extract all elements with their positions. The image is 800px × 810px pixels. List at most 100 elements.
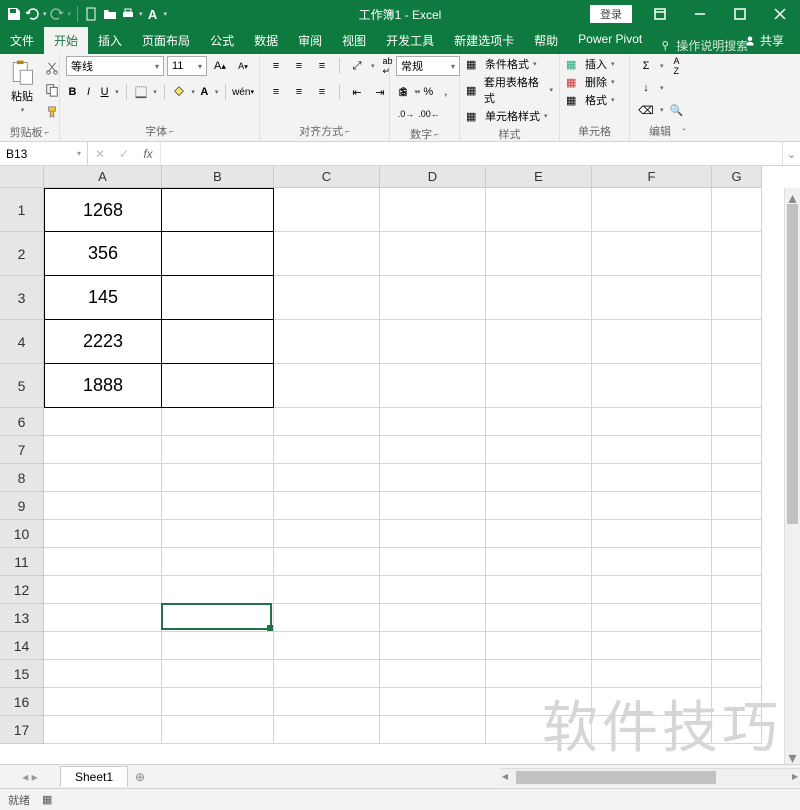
cell[interactable]: [274, 576, 380, 604]
cell[interactable]: [592, 320, 712, 364]
row-header[interactable]: 5: [0, 364, 44, 408]
column-header[interactable]: A: [44, 166, 162, 188]
cell[interactable]: [712, 688, 762, 716]
fill-color-icon[interactable]: [171, 82, 187, 102]
cell[interactable]: [592, 408, 712, 436]
cell[interactable]: [162, 320, 274, 364]
cell[interactable]: [162, 576, 274, 604]
cell[interactable]: [592, 716, 712, 744]
format-as-table-button[interactable]: ▦套用表格格式▾: [466, 74, 553, 106]
cell[interactable]: [162, 276, 274, 320]
cell[interactable]: [274, 436, 380, 464]
vertical-scrollbar[interactable]: ▴ ▾: [784, 188, 800, 764]
cell[interactable]: [274, 604, 380, 632]
qat-customize[interactable]: ▾: [139, 10, 143, 18]
cell[interactable]: [592, 464, 712, 492]
decrease-indent-icon[interactable]: ⇤: [347, 82, 367, 102]
cell[interactable]: [162, 408, 274, 436]
cell[interactable]: [380, 436, 486, 464]
tab-Power Pivot[interactable]: Power Pivot: [568, 27, 652, 54]
cell[interactable]: [274, 548, 380, 576]
cell[interactable]: [486, 688, 592, 716]
cell[interactable]: [592, 660, 712, 688]
tab-页面布局[interactable]: 页面布局: [132, 27, 200, 54]
row-header[interactable]: 7: [0, 436, 44, 464]
column-header[interactable]: G: [712, 166, 762, 188]
cancel-formula-icon[interactable]: ✕: [88, 147, 112, 161]
cell[interactable]: [274, 364, 380, 408]
cell[interactable]: [162, 716, 274, 744]
cell[interactable]: [44, 716, 162, 744]
cell[interactable]: [44, 576, 162, 604]
cell[interactable]: [44, 632, 162, 660]
cell[interactable]: [486, 660, 592, 688]
cell[interactable]: [380, 688, 486, 716]
cell[interactable]: [44, 548, 162, 576]
select-all-corner[interactable]: [0, 166, 44, 188]
cell-styles-button[interactable]: ▦单元格样式▾: [466, 108, 553, 124]
cell[interactable]: [486, 320, 592, 364]
cell[interactable]: [44, 660, 162, 688]
orientation-icon[interactable]: ⤢: [347, 56, 367, 76]
cell[interactable]: [274, 660, 380, 688]
cell[interactable]: [592, 188, 712, 232]
cell[interactable]: 1888: [44, 364, 162, 408]
copy-icon[interactable]: [42, 80, 62, 100]
cell[interactable]: [274, 716, 380, 744]
cell[interactable]: [162, 188, 274, 232]
cell[interactable]: 2223: [44, 320, 162, 364]
cell[interactable]: [274, 520, 380, 548]
cell[interactable]: [712, 320, 762, 364]
cell[interactable]: [486, 232, 592, 276]
align-right-icon[interactable]: ≡: [312, 82, 332, 102]
cell[interactable]: [592, 520, 712, 548]
cell[interactable]: [44, 604, 162, 632]
cell[interactable]: [486, 276, 592, 320]
cell[interactable]: 145: [44, 276, 162, 320]
insert-cells-button[interactable]: ▦插入▾: [566, 56, 615, 72]
cell[interactable]: [592, 632, 712, 660]
column-header[interactable]: F: [592, 166, 712, 188]
share-button[interactable]: 共享: [736, 27, 792, 54]
fx-icon[interactable]: fx: [136, 147, 160, 161]
cell[interactable]: [380, 364, 486, 408]
comma-icon[interactable]: ,: [439, 82, 454, 102]
cell[interactable]: [162, 492, 274, 520]
tab-新建选项卡[interactable]: 新建选项卡: [444, 27, 524, 54]
redo-icon[interactable]: [49, 6, 65, 22]
conditional-format-button[interactable]: ▦条件格式▾: [466, 56, 553, 72]
cell[interactable]: [712, 408, 762, 436]
cut-icon[interactable]: [42, 58, 62, 78]
font-color-qat-dropdown[interactable]: ▾: [164, 10, 168, 18]
row-header[interactable]: 2: [0, 232, 44, 276]
tab-nav[interactable]: ◂ ▸: [0, 770, 60, 784]
cell[interactable]: 356: [44, 232, 162, 276]
number-format-combo[interactable]: 常规▾: [396, 56, 460, 76]
cell[interactable]: [274, 232, 380, 276]
delete-cells-button[interactable]: ▦删除▾: [566, 74, 615, 90]
cell[interactable]: [592, 604, 712, 632]
row-header[interactable]: 11: [0, 548, 44, 576]
cell[interactable]: [486, 188, 592, 232]
cell[interactable]: [162, 548, 274, 576]
cell[interactable]: [712, 660, 762, 688]
cell[interactable]: [712, 492, 762, 520]
cell[interactable]: [712, 548, 762, 576]
row-header[interactable]: 9: [0, 492, 44, 520]
minimize-icon[interactable]: [680, 0, 720, 28]
cell[interactable]: [380, 232, 486, 276]
horizontal-scroll-thumb[interactable]: [516, 771, 716, 784]
row-header[interactable]: 14: [0, 632, 44, 660]
align-middle-icon[interactable]: ≡: [289, 56, 309, 76]
cell[interactable]: [274, 276, 380, 320]
cell[interactable]: [380, 716, 486, 744]
cell[interactable]: [162, 464, 274, 492]
cell[interactable]: [162, 688, 274, 716]
align-left-icon[interactable]: ≡: [266, 82, 286, 102]
column-header[interactable]: C: [274, 166, 380, 188]
tab-视图[interactable]: 视图: [332, 27, 376, 54]
undo-icon[interactable]: [24, 6, 40, 22]
row-header[interactable]: 4: [0, 320, 44, 364]
clear-icon[interactable]: ⌫: [636, 100, 656, 120]
decrease-decimal-icon[interactable]: .00←: [419, 104, 439, 124]
